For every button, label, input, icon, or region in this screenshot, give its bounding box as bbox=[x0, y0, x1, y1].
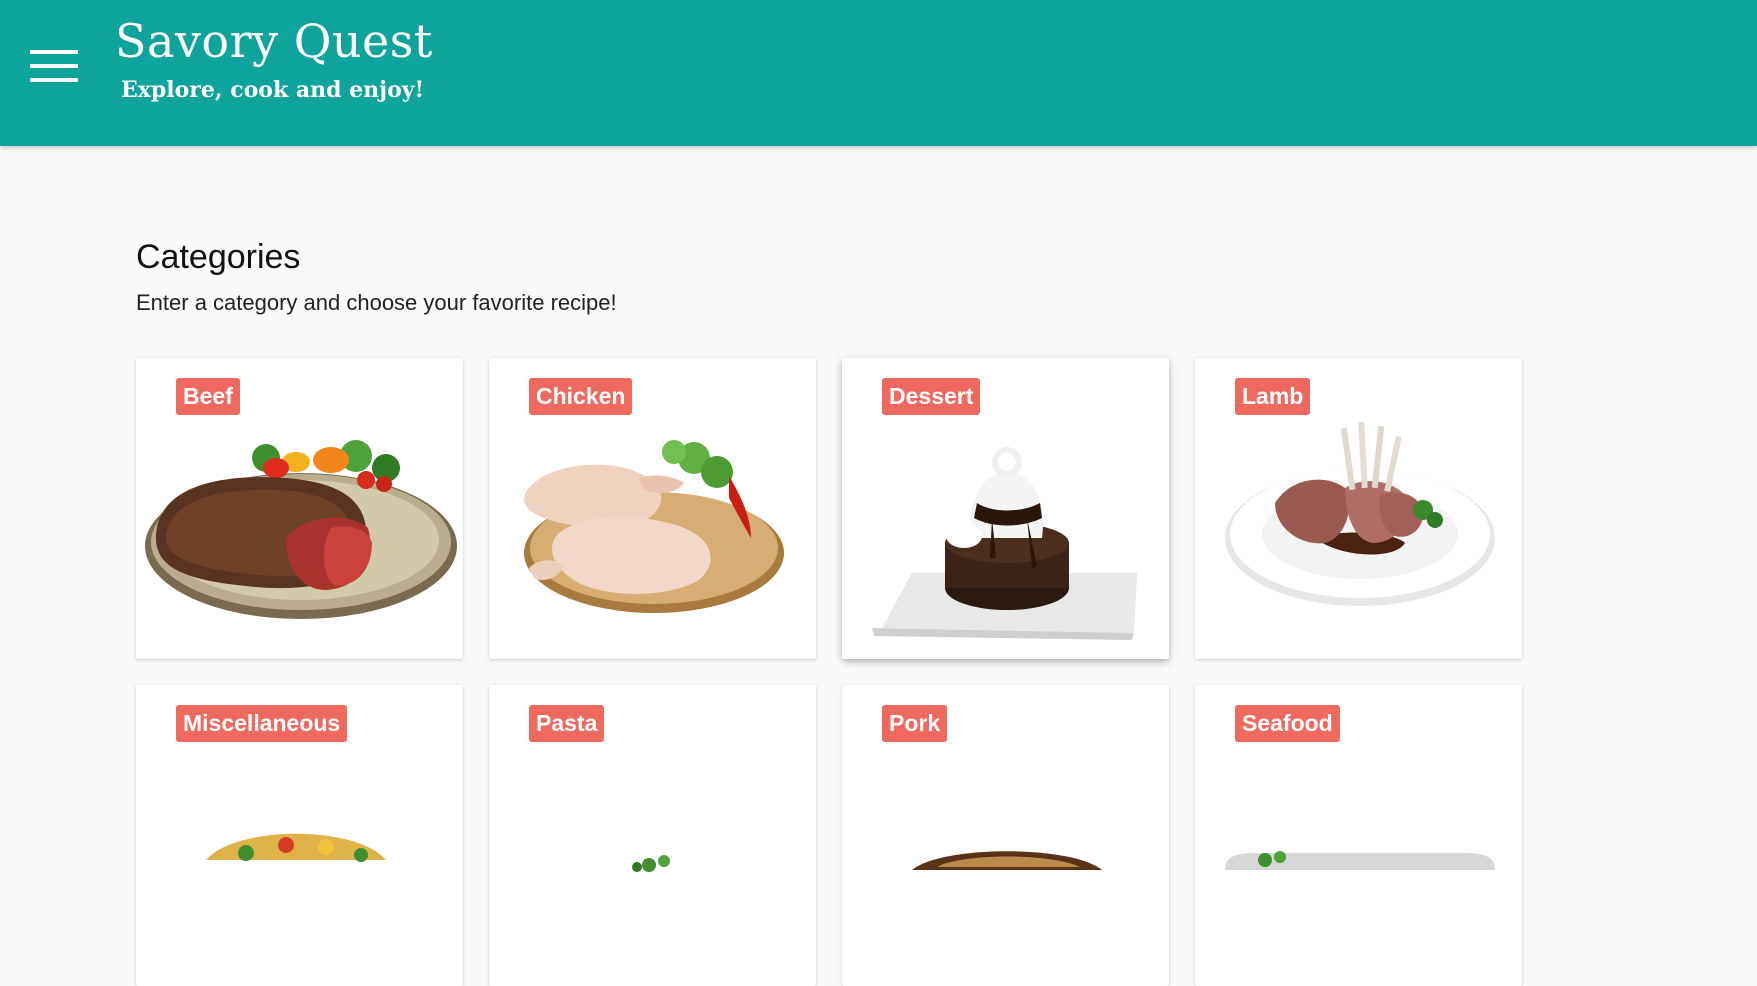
page-title: Categories bbox=[136, 238, 301, 276]
seafood-image bbox=[1225, 851, 1495, 870]
pasta-image bbox=[632, 855, 670, 872]
category-label: Dessert bbox=[882, 378, 981, 415]
chocolate-cake-image bbox=[872, 447, 1137, 640]
hamburger-menu-icon[interactable] bbox=[26, 48, 82, 88]
category-card-miscellaneous[interactable]: Miscellaneous bbox=[136, 685, 463, 986]
category-label: Seafood bbox=[1235, 705, 1340, 742]
category-card-chicken[interactable]: Chicken bbox=[489, 358, 816, 659]
app-header: Savory Quest Explore, cook and enjoy! bbox=[0, 0, 1757, 146]
category-card-pork[interactable]: Pork bbox=[842, 685, 1169, 986]
category-label: Miscellaneous bbox=[176, 705, 348, 742]
category-label: Pork bbox=[882, 705, 948, 742]
lamb-image bbox=[1225, 421, 1495, 606]
category-grid: Beef Chicken Dessert Lamb Miscellaneous … bbox=[136, 358, 1522, 986]
category-label: Beef bbox=[176, 378, 240, 415]
category-label: Pasta bbox=[529, 705, 605, 742]
category-label: Lamb bbox=[1235, 378, 1311, 415]
category-card-beef[interactable]: Beef bbox=[136, 358, 463, 659]
category-label: Chicken bbox=[529, 378, 633, 415]
site-title[interactable]: Savory Quest bbox=[115, 14, 433, 68]
tacos-image bbox=[206, 833, 386, 862]
category-card-pasta[interactable]: Pasta bbox=[489, 685, 816, 986]
pork-image bbox=[912, 851, 1102, 870]
category-card-dessert[interactable]: Dessert bbox=[842, 358, 1169, 659]
site-tagline: Explore, cook and enjoy! bbox=[121, 77, 425, 103]
category-card-seafood[interactable]: Seafood bbox=[1195, 685, 1522, 986]
page-subtitle: Enter a category and choose your favorit… bbox=[136, 290, 617, 315]
category-card-lamb[interactable]: Lamb bbox=[1195, 358, 1522, 659]
steak-image bbox=[145, 440, 457, 619]
chicken-image bbox=[524, 440, 784, 613]
